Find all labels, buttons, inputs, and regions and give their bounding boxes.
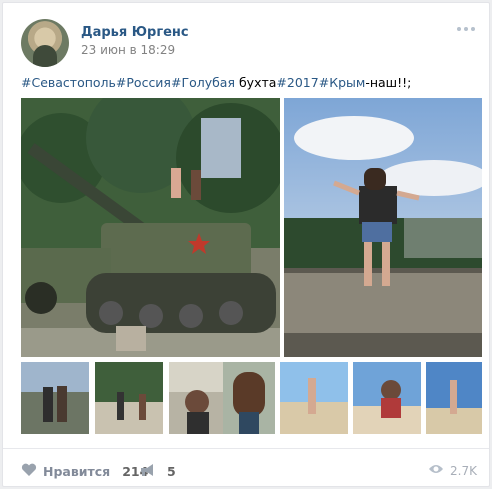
like-button[interactable]: Нравится 214 <box>21 463 148 480</box>
thumbnail[interactable] <box>280 362 348 434</box>
hashtag[interactable]: #Севастополь <box>21 75 116 90</box>
thumbnail[interactable] <box>21 362 89 434</box>
share-button[interactable]: 5 <box>139 463 176 480</box>
hashtag[interactable]: #Крым <box>319 75 366 90</box>
megaphone-icon <box>139 463 155 480</box>
hashtag[interactable]: #Голубая <box>171 75 235 90</box>
photo-parapet[interactable] <box>284 98 482 357</box>
share-count: 5 <box>167 464 176 479</box>
thumbnail[interactable] <box>353 362 421 434</box>
post-text-plain: -наш!!; <box>365 75 412 90</box>
post-text-plain: бухта <box>235 75 277 90</box>
hashtag[interactable]: #Россия <box>116 75 171 90</box>
post-card: Дарья Юргенс 23 июн в 18:29 #Севастополь… <box>2 2 490 487</box>
thumbnail[interactable] <box>223 362 275 434</box>
photo-tank[interactable] <box>21 98 280 357</box>
views-count: 2.7K <box>450 463 477 478</box>
like-label: Нравится <box>43 464 111 479</box>
eye-icon <box>428 463 444 478</box>
post-text: #Севастополь#Россия#Голубая бухта#2017#К… <box>21 75 411 90</box>
thumbnail[interactable] <box>95 362 163 434</box>
avatar[interactable] <box>21 19 69 67</box>
views-counter: 2.7K <box>428 463 477 478</box>
more-dots-icon[interactable] <box>457 25 477 33</box>
post-actions: Нравится 214 5 2.7K <box>3 448 489 489</box>
heart-icon <box>21 463 37 480</box>
author-name[interactable]: Дарья Юргенс <box>81 25 189 40</box>
post-date[interactable]: 23 июн в 18:29 <box>81 43 175 57</box>
thumbnail[interactable] <box>426 362 482 434</box>
hashtag[interactable]: #2017 <box>276 75 318 90</box>
